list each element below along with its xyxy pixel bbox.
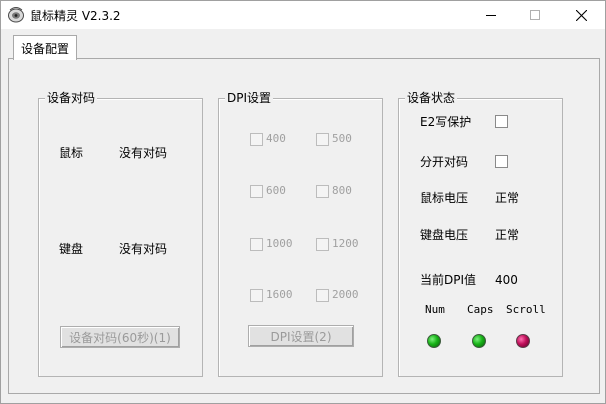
tab-panel-device-config: 设备对码 鼠标 没有对码 键盘 没有对码 设备对码(60秒)(1) DPI设置 … — [8, 58, 600, 394]
dpi-400-label: 400 — [266, 132, 286, 145]
minimize-button[interactable] — [469, 1, 513, 29]
dpi-800-label: 800 — [332, 184, 352, 197]
maximize-icon — [530, 10, 540, 20]
e2-write-protect-checkbox[interactable] — [495, 115, 508, 128]
dpi-800-checkbox[interactable] — [316, 185, 329, 198]
group-title-status: 设备状态 — [405, 90, 458, 106]
pair-device-button[interactable]: 设备对码(60秒)(1) — [60, 326, 180, 348]
minimize-icon — [486, 15, 496, 16]
dpi-1600-label: 1600 — [266, 288, 293, 301]
dpi-500-checkbox[interactable] — [316, 133, 329, 146]
group-device-status: 设备状态 E2写保护 分开对码 鼠标电压 正常 键盘电压 正常 当前DPI值 4… — [398, 90, 563, 377]
keyboard-voltage-label: 键盘电压 — [420, 228, 469, 242]
dpi-1200-checkbox[interactable] — [316, 238, 329, 251]
num-lock-indicator — [427, 334, 441, 348]
group-title-pairing: 设备对码 — [45, 90, 98, 106]
split-pairing-label: 分开对码 — [420, 155, 469, 169]
dpi-600-checkbox[interactable] — [250, 185, 263, 198]
caps-lock-label: Caps — [467, 303, 494, 316]
tab-label: 设备配置 — [20, 41, 69, 56]
dpi-500-label: 500 — [332, 132, 352, 145]
split-pairing-checkbox[interactable] — [495, 155, 508, 168]
mouse-pair-status: 没有对码 — [119, 146, 168, 160]
num-lock-label: Num — [425, 303, 445, 316]
group-title-dpi: DPI设置 — [225, 90, 274, 106]
group-dpi-settings: DPI设置 400 500 600 800 1000 1200 1600 200… — [218, 90, 383, 377]
mouse-icon — [8, 7, 24, 23]
dpi-600-label: 600 — [266, 184, 286, 197]
mouse-voltage-label: 鼠标电压 — [420, 191, 469, 205]
dpi-1200-label: 1200 — [332, 237, 359, 250]
group-device-pairing: 设备对码 鼠标 没有对码 键盘 没有对码 设备对码(60秒)(1) — [38, 90, 203, 377]
caps-lock-indicator — [472, 334, 486, 348]
dpi-1600-checkbox[interactable] — [250, 289, 263, 302]
current-dpi-label: 当前DPI值 — [420, 273, 477, 287]
title-bar[interactable]: 鼠标精灵 V2.3.2 — [1, 1, 605, 29]
app-window: 鼠标精灵 V2.3.2 设备配置 设备对码 鼠标 没有对码 键盘 没有对码 设备… — [0, 0, 606, 404]
close-button[interactable] — [559, 1, 603, 29]
keyboard-voltage-value: 正常 — [495, 228, 520, 242]
scroll-lock-label: Scroll — [506, 303, 546, 316]
tab-device-config[interactable]: 设备配置 — [13, 35, 77, 60]
keyboard-pair-status: 没有对码 — [119, 242, 168, 256]
dpi-2000-checkbox[interactable] — [316, 289, 329, 302]
current-dpi-value: 400 — [495, 273, 518, 287]
dpi-2000-label: 2000 — [332, 288, 359, 301]
dpi-set-button[interactable]: DPI设置(2) — [248, 325, 354, 347]
close-icon — [575, 9, 587, 21]
keyboard-label: 键盘 — [59, 242, 84, 256]
scroll-lock-indicator — [516, 334, 530, 348]
dpi-1000-checkbox[interactable] — [250, 238, 263, 251]
mouse-voltage-value: 正常 — [495, 191, 520, 205]
window-title: 鼠标精灵 V2.3.2 — [30, 9, 121, 23]
maximize-button[interactable] — [513, 1, 557, 29]
e2-write-protect-label: E2写保护 — [420, 115, 472, 129]
dpi-400-checkbox[interactable] — [250, 133, 263, 146]
mouse-label: 鼠标 — [59, 146, 84, 160]
dpi-1000-label: 1000 — [266, 237, 293, 250]
